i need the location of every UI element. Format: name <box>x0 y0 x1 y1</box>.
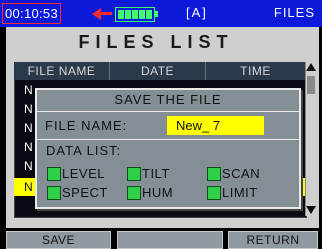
tilt-checkbox[interactable] <box>127 167 141 181</box>
divider <box>37 111 299 112</box>
scrollbar-thumb[interactable] <box>307 76 315 94</box>
level-checkbox[interactable] <box>47 167 61 181</box>
battery-cell <box>139 10 145 19</box>
hum-checkbox-label: HUM <box>142 185 174 200</box>
spect-checkbox[interactable] <box>47 186 61 200</box>
battery-cell <box>125 10 131 19</box>
table-row[interactable]: N <box>24 180 33 194</box>
arrow-stem-icon <box>100 12 112 15</box>
scan-checkbox-label: SCAN <box>222 166 261 181</box>
screen-name: FILES <box>273 5 315 20</box>
battery-cell <box>132 10 138 19</box>
battery-cell <box>146 10 152 19</box>
table-row[interactable]: N <box>24 140 33 154</box>
table-row[interactable]: N <box>24 159 33 173</box>
limit-checkbox[interactable] <box>207 186 221 200</box>
column-header-date[interactable]: DATE <box>110 62 205 80</box>
hum-checkbox[interactable] <box>127 186 141 200</box>
save-button[interactable]: SAVE <box>6 231 111 249</box>
limit-checkbox-label: LIMIT <box>222 185 258 200</box>
column-header-time[interactable]: TIME <box>206 62 305 80</box>
middle-softkey-button[interactable] <box>117 231 223 249</box>
spect-checkbox-label: SPECT <box>62 185 108 200</box>
battery-cell <box>118 10 124 19</box>
battery-icon <box>115 7 155 22</box>
tilt-checkbox-label: TILT <box>142 166 170 181</box>
scan-checkbox[interactable] <box>207 167 221 181</box>
return-button[interactable]: RETURN <box>228 231 318 249</box>
data-list-label: DATA LIST: <box>46 143 122 158</box>
scroll-down-icon[interactable] <box>306 206 316 214</box>
level-checkbox-label: LEVEL <box>62 166 105 181</box>
page-title: FILES LIST <box>78 32 234 52</box>
table-row[interactable]: N <box>24 83 33 97</box>
table-row[interactable]: N <box>24 121 33 135</box>
clock: 00:10:53 <box>2 3 61 24</box>
battery-tip-icon <box>155 11 158 17</box>
table-row[interactable]: N <box>24 102 33 116</box>
mode-indicator: [A] <box>186 5 208 20</box>
scroll-up-icon[interactable] <box>306 63 316 71</box>
file-name-input[interactable]: New_ 7 <box>167 116 264 135</box>
file-name-label: FILE NAME: <box>45 118 128 133</box>
column-header-file-name[interactable]: FILE NAME <box>14 62 109 80</box>
divider <box>37 139 299 140</box>
dialog-title: SAVE THE FILE <box>114 92 222 107</box>
